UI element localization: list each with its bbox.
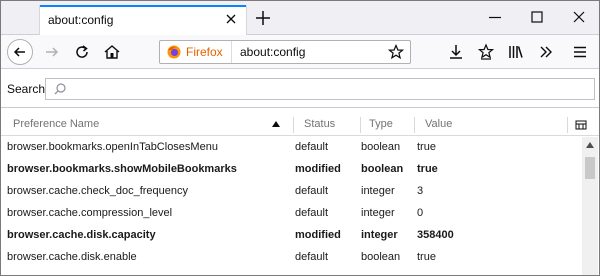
column-separator[interactable]: [414, 117, 415, 133]
tab-strip: about:config: [1, 1, 599, 35]
column-header-value[interactable]: Value: [425, 118, 452, 130]
sort-ascending-icon: [272, 121, 280, 127]
preference-value: 358400: [417, 229, 454, 241]
preference-value: true: [417, 251, 436, 263]
identity-label: Firefox: [186, 45, 223, 59]
minimize-icon[interactable]: [487, 9, 503, 25]
tab-about-config[interactable]: about:config: [39, 5, 247, 35]
home-icon[interactable]: [103, 43, 121, 61]
table-row[interactable]: browser.cache.compression_level default …: [1, 203, 581, 225]
url-bar[interactable]: Firefox about:config: [159, 40, 411, 64]
column-header-status[interactable]: Status: [304, 118, 335, 130]
table-row[interactable]: browser.cache.check_doc_frequency defaul…: [1, 181, 581, 203]
vertical-scrollbar[interactable]: [582, 137, 598, 275]
overflow-chevron-icon[interactable]: [537, 43, 555, 61]
preference-status: default: [295, 141, 329, 153]
back-button[interactable]: [7, 39, 33, 65]
preference-name: browser.cache.check_doc_frequency: [7, 185, 188, 197]
table-header: Preference Name Status Type Value: [1, 114, 599, 136]
maximize-icon[interactable]: [529, 9, 545, 25]
about-config-page: Search: Preference Name Status Type Valu…: [1, 70, 599, 275]
close-tab-icon[interactable]: [224, 12, 238, 26]
preference-value: 0: [417, 207, 424, 219]
preference-name: browser.bookmarks.showMobileBookmarks: [7, 163, 237, 175]
scroll-up-arrow-icon[interactable]: [586, 142, 594, 148]
identity-box[interactable]: Firefox: [160, 41, 232, 63]
column-separator[interactable]: [567, 117, 568, 133]
table-row[interactable]: browser.cache.disk.capacity modified int…: [1, 225, 581, 247]
table-row[interactable]: browser.bookmarks.showMobileBookmarks mo…: [1, 159, 581, 181]
preference-type: integer: [361, 207, 395, 219]
close-window-icon[interactable]: [571, 9, 587, 25]
preference-name: browser.cache.compression_level: [7, 207, 173, 219]
arrow-left-icon: [13, 47, 25, 57]
new-tab-icon[interactable]: [253, 8, 273, 28]
preferences-list: browser.bookmarks.openInTabClosesMenu de…: [1, 137, 581, 269]
table-row[interactable]: browser.cache.disk.enable default boolea…: [1, 247, 581, 269]
bookmark-menu-icon[interactable]: [477, 43, 495, 61]
firefox-logo-icon: [167, 45, 181, 59]
tab-active-indicator: [40, 5, 246, 7]
preference-value: true: [417, 141, 436, 153]
preference-type: integer: [361, 185, 395, 197]
bookmark-star-icon[interactable]: [388, 44, 404, 60]
url-text[interactable]: about:config: [240, 45, 305, 59]
search-input[interactable]: [45, 78, 595, 100]
download-icon[interactable]: [447, 43, 465, 61]
library-icon[interactable]: [507, 43, 525, 61]
forward-icon[interactable]: [43, 43, 61, 61]
preference-status: default: [295, 251, 329, 263]
preference-value: true: [417, 163, 438, 175]
column-header-type[interactable]: Type: [369, 118, 393, 130]
preference-status: default: [295, 185, 329, 197]
preference-value: 3: [417, 185, 424, 197]
reload-icon[interactable]: [73, 43, 91, 61]
preference-type: boolean: [361, 141, 401, 153]
table-row[interactable]: browser.bookmarks.openInTabClosesMenu de…: [1, 137, 581, 159]
preference-type: integer: [361, 229, 398, 241]
tab-title: about:config: [48, 13, 114, 27]
search-label: Search:: [7, 82, 49, 96]
preference-type: boolean: [361, 163, 404, 175]
search-row: Search:: [1, 70, 599, 108]
column-header-name[interactable]: Preference Name: [13, 118, 99, 130]
preference-type: boolean: [361, 251, 401, 263]
search-icon: [54, 83, 66, 95]
preference-name: browser.bookmarks.openInTabClosesMenu: [7, 141, 218, 153]
column-picker-icon[interactable]: [575, 119, 587, 131]
preference-status: default: [295, 207, 329, 219]
hamburger-menu-icon[interactable]: [571, 43, 589, 61]
column-separator[interactable]: [360, 117, 361, 133]
navigation-toolbar: Firefox about:config: [1, 35, 599, 69]
preference-name: browser.cache.disk.enable: [7, 251, 137, 263]
preference-name: browser.cache.disk.capacity: [7, 229, 156, 241]
preference-status: modified: [295, 163, 341, 175]
browser-window: about:config Firefox about:config Search…: [0, 0, 600, 276]
column-separator[interactable]: [293, 117, 294, 133]
scrollbar-thumb[interactable]: [585, 157, 595, 179]
preference-status: modified: [295, 229, 341, 241]
